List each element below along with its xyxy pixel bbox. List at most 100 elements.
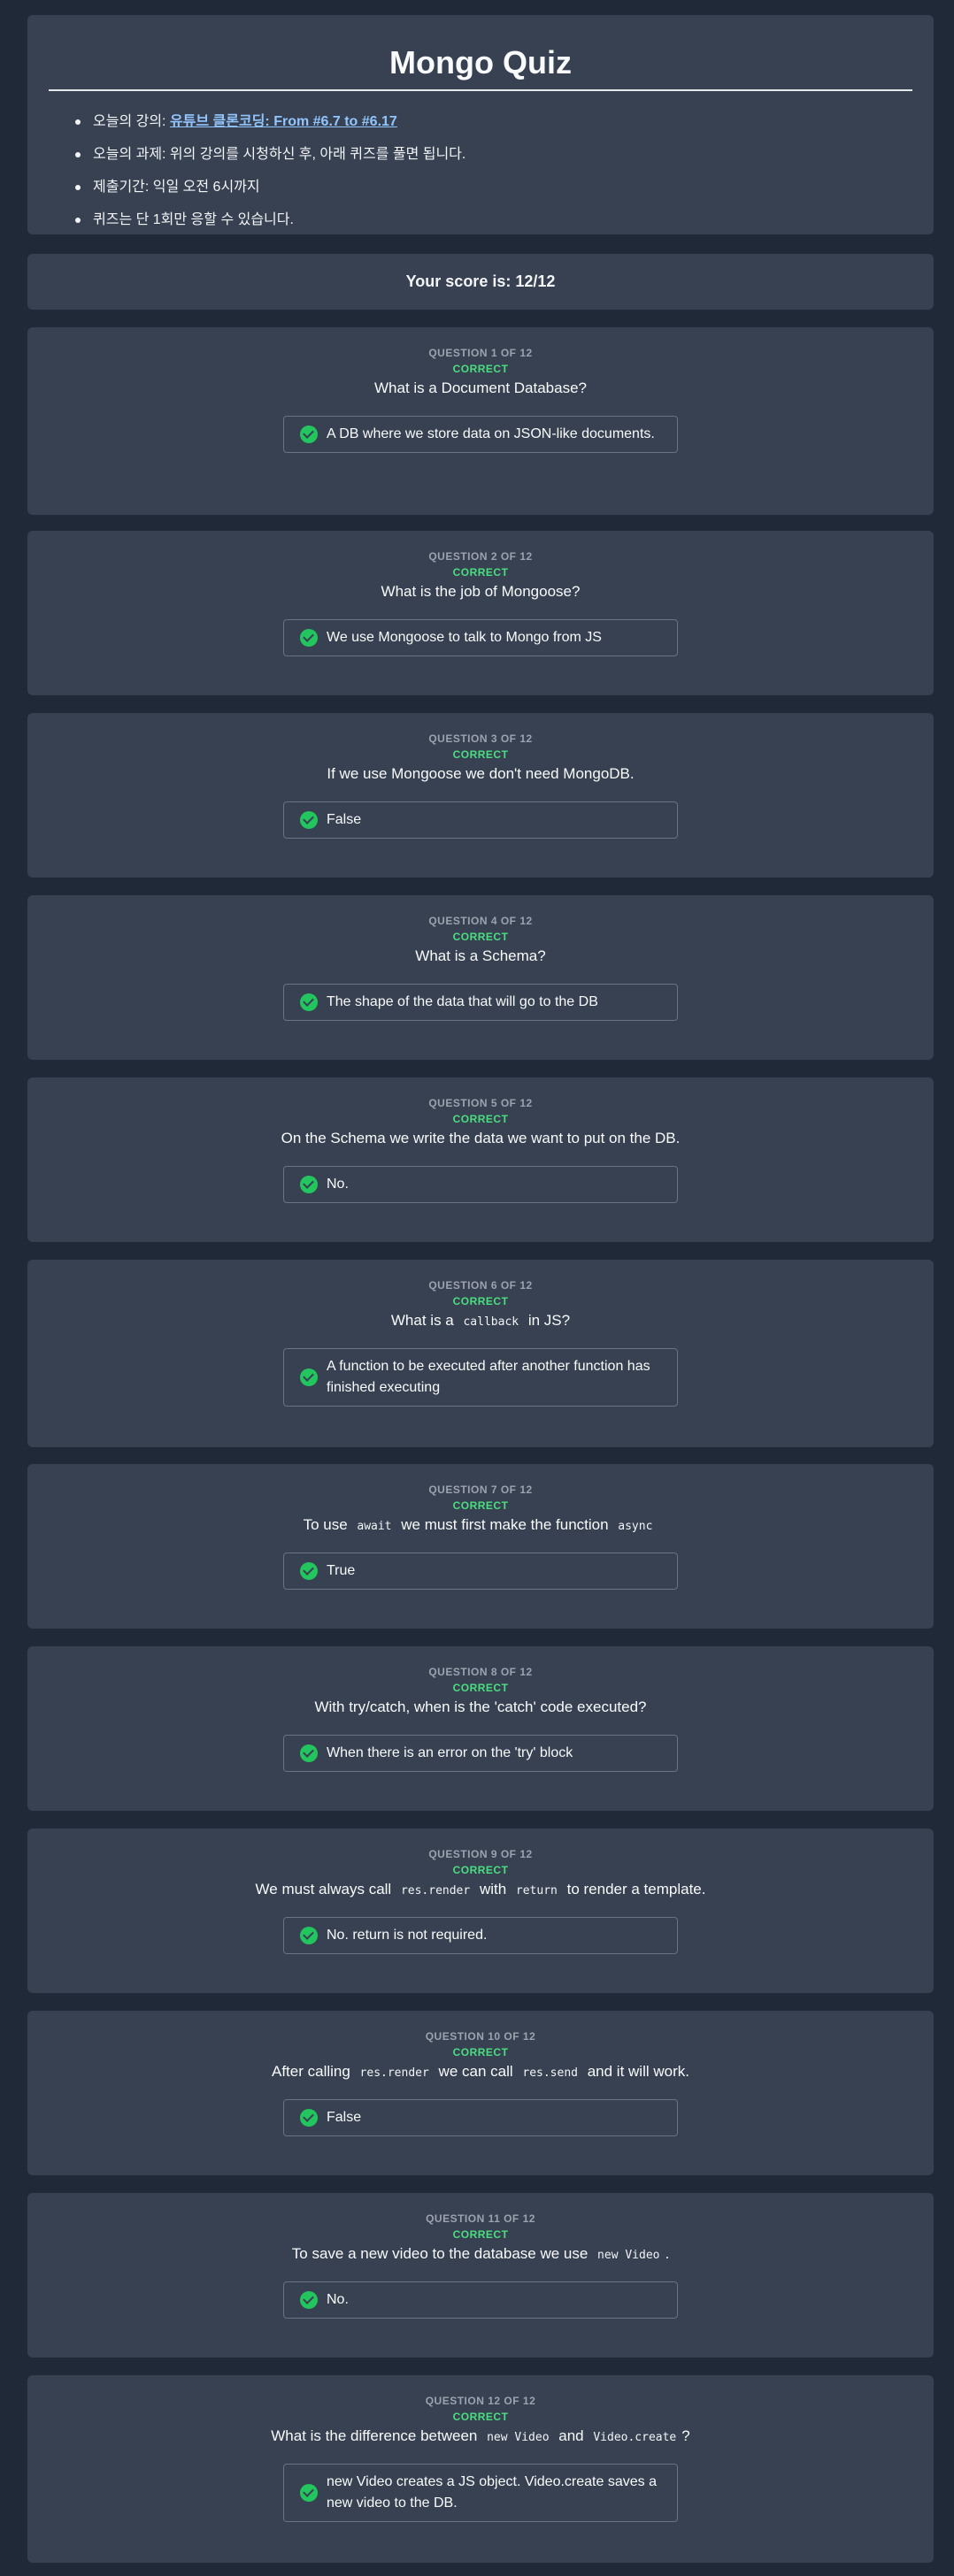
question-content: QUESTION 12 OF 12 CORRECT What is the diff… <box>27 2375 934 2522</box>
lecture-link[interactable]: 유튜브 클론코딩: From #6.7 to #6.17 <box>170 114 397 129</box>
info-item-assignment: 오늘의 과제: 위의 강의를 시청하신 후, 아래 퀴즈를 풀면 됩니다. <box>75 138 912 171</box>
answer-text: No. <box>327 1177 349 1192</box>
inline-code: new Video <box>597 2249 660 2262</box>
selected-answer[interactable]: A DB where we store data on JSON-like do… <box>283 416 678 453</box>
answer-text: We use Mongoose to talk to Mongo from JS <box>327 630 602 645</box>
inline-code: await <box>357 1520 392 1533</box>
question-status-badge: CORRECT <box>452 566 509 579</box>
selected-answer[interactable]: The shape of the data that will go to th… <box>283 984 678 1021</box>
question-card: QUESTION 5 OF 12 CORRECT On the Schema we … <box>27 1077 934 1242</box>
question-content: QUESTION 4 OF 12 CORRECT What is a Schema?… <box>27 895 934 1021</box>
question-status-badge: CORRECT <box>452 2411 509 2423</box>
check-circle-icon <box>300 1562 318 1580</box>
info-item-attempts: 퀴즈는 단 1회만 응할 수 있습니다. <box>75 203 912 236</box>
check-circle-icon <box>300 993 318 1011</box>
question-text: What is the difference between new Video… <box>271 2427 690 2444</box>
answer-text: new Video creates a JS object. Video.cre… <box>327 2474 657 2511</box>
question-content: QUESTION 8 OF 12 CORRECT With try/catch, w… <box>27 1646 934 1772</box>
question-number: QUESTION 3 OF 12 <box>428 732 533 745</box>
question-card: QUESTION 4 OF 12 CORRECT What is a Schema?… <box>27 895 934 1060</box>
inline-code: return <box>515 1884 558 1898</box>
question-content: QUESTION 11 OF 12 CORRECT To save a new vi… <box>27 2193 934 2319</box>
question-number: QUESTION 10 OF 12 <box>425 2030 536 2043</box>
question-text: With try/catch, when is the 'catch' code… <box>314 1698 647 1715</box>
question-content: QUESTION 5 OF 12 CORRECT On the Schema we … <box>27 1077 934 1203</box>
info-item-label: 오늘의 강의: <box>93 114 170 129</box>
question-number: QUESTION 11 OF 12 <box>426 2212 535 2225</box>
question-number: QUESTION 6 OF 12 <box>428 1279 533 1292</box>
answer-text: No. <box>327 2292 349 2307</box>
question-status-badge: CORRECT <box>452 1682 509 1694</box>
question-card: QUESTION 6 OF 12 CORRECT What is a callbac… <box>27 1260 934 1447</box>
question-content: QUESTION 1 OF 12 CORRECT What is a Documen… <box>27 327 934 453</box>
question-status-badge: CORRECT <box>452 1499 509 1512</box>
selected-answer[interactable]: True <box>283 1552 678 1590</box>
question-card: QUESTION 9 OF 12 CORRECT We must always ca… <box>27 1828 934 1993</box>
answer-text: The shape of the data that will go to th… <box>327 994 598 1009</box>
selected-answer[interactable]: When there is an error on the 'try' bloc… <box>283 1735 678 1772</box>
check-circle-icon <box>300 811 318 829</box>
check-circle-icon <box>300 1368 318 1386</box>
question-number: QUESTION 2 OF 12 <box>428 550 533 563</box>
selected-answer[interactable]: False <box>283 2099 678 2136</box>
question-content: QUESTION 6 OF 12 CORRECT What is a callbac… <box>27 1260 934 1407</box>
question-content: QUESTION 3 OF 12 CORRECT If we use Mongoos… <box>27 713 934 839</box>
question-number: QUESTION 4 OF 12 <box>428 915 533 927</box>
selected-answer[interactable]: A function to be executed after another … <box>283 1348 678 1407</box>
question-card: QUESTION 10 OF 12 CORRECT After calling re… <box>27 2011 934 2175</box>
question-status-badge: CORRECT <box>452 2228 509 2241</box>
question-status-badge: CORRECT <box>452 748 509 761</box>
question-text: We must always call res.render with retu… <box>255 1881 706 1898</box>
question-card: QUESTION 12 OF 12 CORRECT What is the diff… <box>27 2375 934 2563</box>
question-card: QUESTION 7 OF 12 CORRECT To use await we m… <box>27 1464 934 1629</box>
selected-answer[interactable]: new Video creates a JS object. Video.cre… <box>283 2464 678 2522</box>
question-number: QUESTION 7 OF 12 <box>428 1484 533 1496</box>
question-card: QUESTION 8 OF 12 CORRECT With try/catch, w… <box>27 1646 934 1811</box>
inline-code: callback <box>463 1315 519 1329</box>
question-text: On the Schema we write the data we want … <box>281 1130 681 1146</box>
question-content: QUESTION 10 OF 12 CORRECT After calling re… <box>27 2011 934 2136</box>
selected-answer[interactable]: False <box>283 801 678 839</box>
answer-text: True <box>327 1563 356 1578</box>
question-card: QUESTION 1 OF 12 CORRECT What is a Documen… <box>27 327 934 515</box>
question-card: QUESTION 3 OF 12 CORRECT If we use Mongoos… <box>27 713 934 878</box>
question-card: QUESTION 11 OF 12 CORRECT To save a new vi… <box>27 2193 934 2358</box>
question-status-badge: CORRECT <box>452 1864 509 1876</box>
check-circle-icon <box>300 2291 318 2309</box>
question-text: What is a Document Database? <box>373 380 587 396</box>
check-circle-icon <box>300 2484 318 2502</box>
question-text: To save a new video to the database we u… <box>291 2245 670 2262</box>
inline-code: Video.create <box>593 2431 677 2444</box>
title-divider <box>49 89 912 91</box>
answer-text: False <box>327 812 362 827</box>
check-circle-icon <box>300 426 318 443</box>
info-list: 오늘의 강의: 유튜브 클론코딩: From #6.7 to #6.17 오늘의… <box>49 105 912 236</box>
question-number: QUESTION 8 OF 12 <box>428 1666 533 1678</box>
check-circle-icon <box>300 1744 318 1762</box>
question-number: QUESTION 1 OF 12 <box>428 347 533 359</box>
quiz-header-card: Mongo Quiz 오늘의 강의: 유튜브 클론코딩: From #6.7 t… <box>27 15 934 234</box>
check-circle-icon <box>300 629 318 647</box>
page-title: Mongo Quiz <box>389 44 572 80</box>
question-content: QUESTION 9 OF 12 CORRECT We must always ca… <box>27 1828 934 1954</box>
question-status-badge: CORRECT <box>452 1113 509 1125</box>
answer-text: No. return is not required. <box>327 1928 488 1943</box>
check-circle-icon <box>300 1927 318 1944</box>
selected-answer[interactable]: No. <box>283 2281 678 2319</box>
question-status-badge: CORRECT <box>452 363 509 375</box>
question-content: QUESTION 7 OF 12 CORRECT To use await we m… <box>27 1464 934 1590</box>
question-status-badge: CORRECT <box>452 2046 509 2058</box>
answer-text: False <box>327 2110 362 2125</box>
score-text: Your score is: 12/12 <box>405 272 556 290</box>
question-text: If we use Mongoose we don't need MongoDB… <box>327 765 635 782</box>
question-text: What is the job of Mongoose? <box>381 583 581 600</box>
selected-answer[interactable]: We use Mongoose to talk to Mongo from JS <box>283 619 678 656</box>
selected-answer[interactable]: No. <box>283 1166 678 1203</box>
question-number: QUESTION 9 OF 12 <box>428 1848 533 1860</box>
selected-answer[interactable]: No. return is not required. <box>283 1917 678 1954</box>
answer-text: A DB where we store data on JSON-like do… <box>327 426 655 441</box>
inline-code: async <box>618 1520 653 1533</box>
question-content: QUESTION 2 OF 12 CORRECT What is the job o… <box>27 531 934 656</box>
info-item-lecture: 오늘의 강의: 유튜브 클론코딩: From #6.7 to #6.17 <box>75 105 912 138</box>
question-card: QUESTION 2 OF 12 CORRECT What is the job o… <box>27 531 934 695</box>
